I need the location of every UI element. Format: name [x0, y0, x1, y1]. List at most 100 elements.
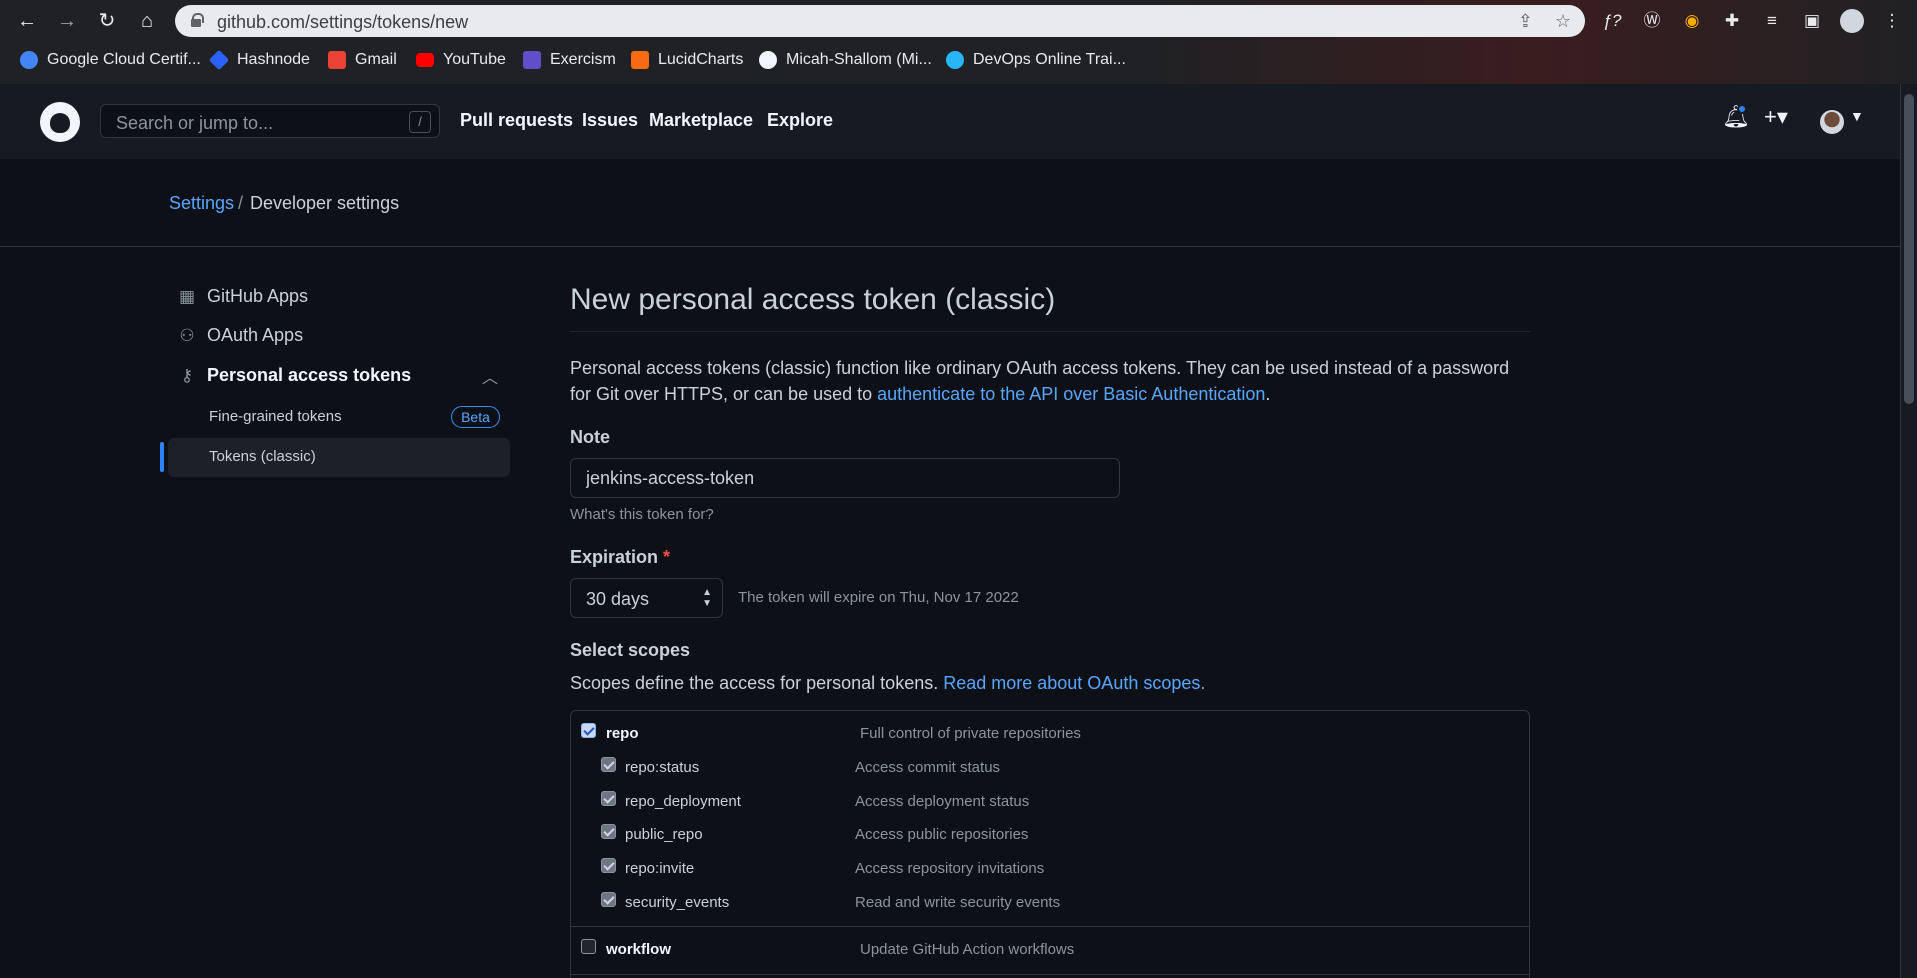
scope-checkbox-security-events[interactable] [601, 892, 616, 907]
profile-avatar-icon[interactable] [1840, 9, 1864, 33]
expiration-note: The token will expire on Thu, Nov 17 202… [738, 589, 1019, 606]
required-marker: * [663, 547, 671, 567]
extension-badge-icon[interactable]: ◉ [1680, 9, 1704, 33]
breadcrumb: Settings / Developer settings [0, 159, 1900, 247]
address-bar[interactable]: github.com/settings/tokens/new ⇪ ☆ [175, 5, 1585, 37]
reload-icon[interactable]: ↻ [94, 8, 120, 34]
nav-explore[interactable]: Explore [767, 110, 833, 131]
breadcrumb-settings[interactable]: Settings [169, 193, 234, 214]
extension-formula-icon[interactable]: ƒ? [1600, 9, 1624, 33]
scope-name: workflow [606, 941, 672, 958]
scope-checkbox-repo-invite[interactable] [601, 858, 616, 873]
scope-checkbox-repo-deployment[interactable] [601, 791, 616, 806]
note-label: Note [570, 427, 610, 447]
sidebar-item-label: Personal access tokens [207, 365, 412, 385]
side-panel-icon[interactable]: ▣ [1800, 9, 1824, 33]
beta-badge: Beta [451, 406, 500, 428]
bookmark-item[interactable]: Micah-Shallom (Mi... [759, 46, 932, 74]
nav-issues[interactable]: Issues [582, 110, 638, 131]
bookmark-label: Exercism [550, 51, 616, 68]
scope-checkbox-workflow[interactable] [581, 939, 596, 954]
bookmark-label: LucidCharts [658, 51, 744, 68]
forward-icon[interactable]: → [54, 8, 80, 34]
sidebar-item-oauth-apps[interactable]: ⚇ OAuth Apps [178, 325, 303, 346]
sidebar-item-personal-access-tokens[interactable]: ⚷ Personal access tokens [178, 365, 411, 386]
extension-w-icon[interactable]: Ⓦ [1640, 9, 1664, 33]
scope-description: Read and write security events [855, 894, 1061, 911]
scopes-label: Select scopes [570, 640, 691, 660]
note-hint: What's this token for? [570, 506, 714, 523]
user-menu-caret-icon[interactable]: ▼ [1850, 108, 1864, 124]
sidebar-item-label: OAuth Apps [207, 325, 304, 345]
sidebar-item-github-apps[interactable]: ▦ GitHub Apps [178, 286, 308, 307]
scope-description: Update GitHub Action workflows [860, 941, 1075, 958]
search-placeholder: Search or jump to... [116, 113, 274, 133]
breadcrumb-current: Developer settings [250, 193, 400, 213]
github-icon [759, 51, 777, 69]
bookmark-label: DevOps Online Trai... [973, 51, 1126, 68]
home-icon[interactable]: ⌂ [134, 8, 160, 34]
sidebar-item-label: GitHub Apps [207, 286, 309, 306]
sidebar-item-tokens-classic[interactable]: Tokens (classic) [209, 448, 316, 465]
bookmark-label: Gmail [355, 51, 397, 68]
devops-eye-icon [946, 51, 964, 69]
bookmark-item[interactable]: DevOps Online Trai... [946, 46, 1126, 74]
scope-group-divider [571, 974, 1529, 975]
scope-checkbox-public-repo[interactable] [601, 824, 616, 839]
bookmark-item[interactable]: YouTube [416, 46, 506, 74]
nav-marketplace[interactable]: Marketplace [649, 110, 753, 131]
scope-checkbox-repo[interactable] [581, 723, 596, 738]
scope-checkbox-repo-status[interactable] [601, 757, 616, 772]
exercism-icon [523, 51, 541, 69]
share-icon[interactable]: ⇪ [1518, 11, 1533, 32]
breadcrumb-separator: / [238, 193, 244, 213]
apps-grid-icon: ▦ [178, 286, 196, 306]
user-avatar[interactable] [1820, 110, 1844, 134]
nav-pull-requests[interactable]: Pull requests [460, 110, 573, 131]
bookmark-label: Micah-Shallom (Mi... [786, 51, 932, 68]
sidebar-item-fine-grained-tokens[interactable]: Fine-grained tokens [209, 408, 342, 425]
notification-dot [1737, 104, 1747, 114]
youtube-icon [416, 53, 434, 67]
scrollbar-thumb[interactable] [1904, 94, 1914, 404]
search-shortcut-key: / [409, 111, 431, 133]
bookmark-item[interactable]: Gmail [328, 46, 397, 74]
page-scrollbar[interactable] [1900, 84, 1917, 978]
scope-group-divider [571, 926, 1529, 927]
scope-description: Access repository invitations [855, 860, 1045, 877]
lock-icon [191, 13, 204, 27]
search-input[interactable]: Search or jump to... / [100, 104, 440, 138]
bookmark-item[interactable]: LucidCharts [631, 46, 743, 74]
person-icon: ⚇ [179, 325, 195, 345]
bookmark-item[interactable]: Google Cloud Certif... [20, 46, 201, 74]
sidebar-active-marker [160, 442, 164, 472]
description-end: . [1265, 384, 1271, 404]
expiration-label: Expiration * [570, 547, 670, 568]
scopes-table [570, 710, 1530, 978]
scope-name: repo_deployment [625, 793, 741, 810]
note-field[interactable] [570, 458, 1120, 498]
expiration-select[interactable]: 30 days ▲ ▼ [570, 578, 723, 618]
page-title: New personal access token (classic) [570, 283, 1056, 316]
lucidcharts-icon [631, 51, 649, 69]
oauth-scopes-link[interactable]: Read more about OAuth scopes. [943, 673, 1205, 693]
scope-name: public_repo [625, 826, 703, 843]
bookmark-item[interactable]: Hashnode [208, 46, 310, 74]
scopes-description: Scopes define the access for personal to… [570, 673, 1205, 694]
chevron-up-icon[interactable]: ︿ [482, 364, 498, 388]
back-icon[interactable]: ← [14, 8, 40, 34]
github-logo-icon[interactable] [40, 102, 80, 142]
bookmark-item[interactable]: Exercism [523, 46, 616, 74]
browser-menu-icon[interactable]: ⋮ [1880, 9, 1904, 33]
select-arrows-icon: ▲ ▼ [702, 587, 712, 609]
basic-auth-link[interactable]: authenticate to the API over Basic Authe… [877, 384, 1265, 404]
bookmark-label: Google Cloud Certif... [47, 51, 201, 68]
scope-description: Full control of private repositories [860, 725, 1081, 742]
extensions-puzzle-icon[interactable]: ✚ [1720, 9, 1744, 33]
reading-list-icon[interactable]: ≡ [1760, 9, 1784, 33]
gmail-icon [328, 51, 346, 69]
bookmark-label: Hashnode [237, 51, 310, 68]
github-header: Search or jump to... / Pull requests Iss… [0, 84, 1900, 159]
bookmark-star-icon[interactable]: ☆ [1555, 11, 1571, 32]
create-new-plus-icon[interactable]: +▾ [1764, 104, 1788, 130]
